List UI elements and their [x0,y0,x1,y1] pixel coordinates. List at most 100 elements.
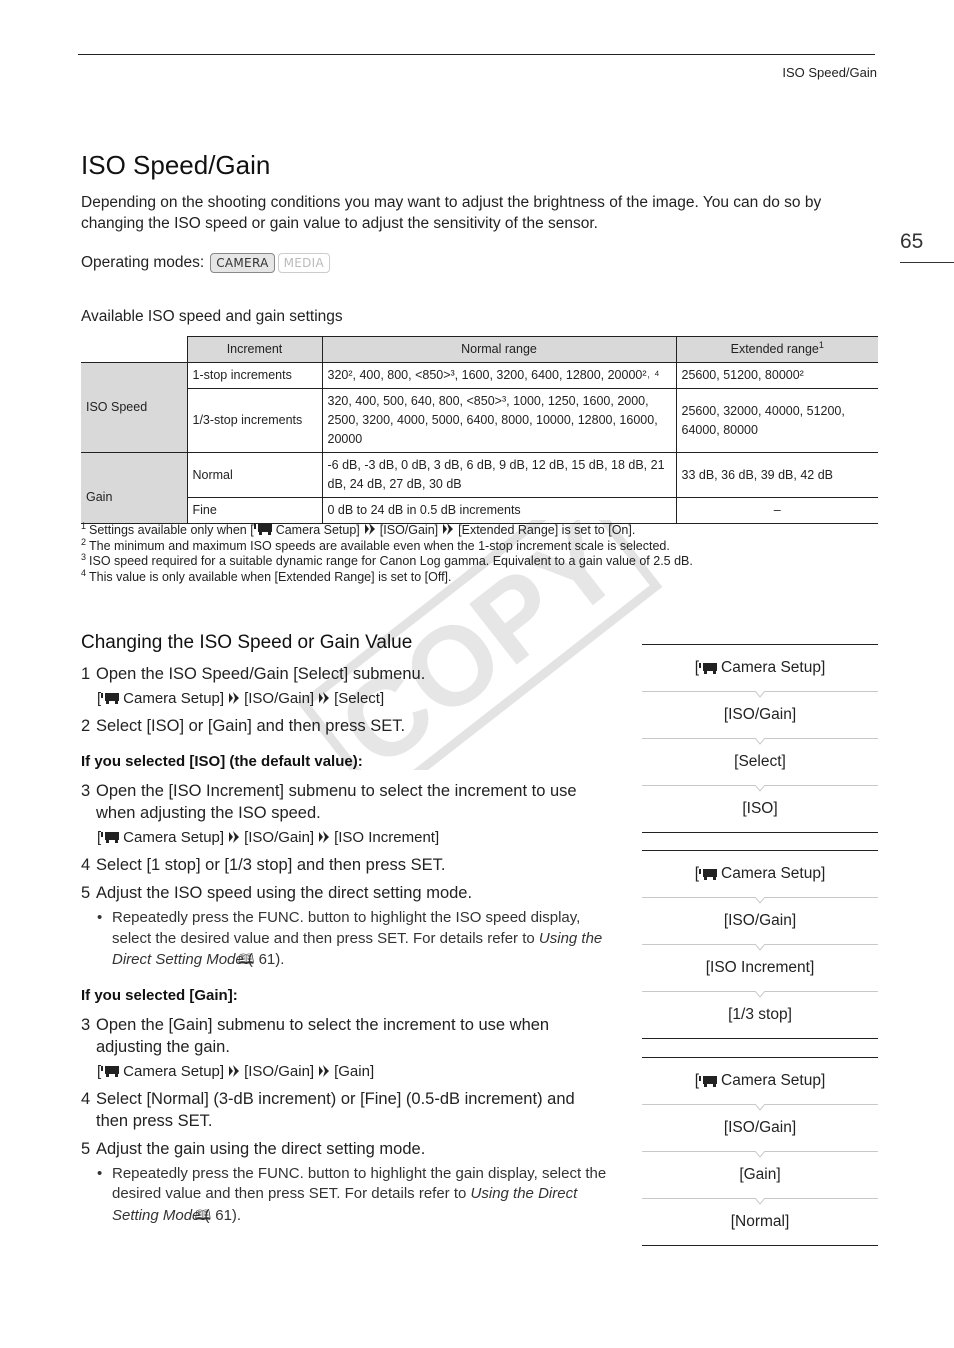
menu-arrow-icon [319,1064,330,1077]
step-2: 2 Select [ISO] or [Gain] and then press S… [81,715,611,737]
bullet-dot: • [97,909,103,926]
iso-step-3: 3 Open the [ISO Increment] submenu to sel… [81,780,611,824]
step-number: 4 [81,1089,91,1108]
chevron-down-icon [755,738,765,745]
page-number-rule [900,262,954,263]
cell-increment: Fine [186,497,323,524]
operating-modes-label: Operating modes: [81,254,205,271]
menu-item-label: [ISO] [742,800,778,817]
iso-gain-table: Increment Normal range Extended range1 I… [81,336,878,524]
path-segment: Camera Setup] [123,1062,225,1080]
menu-item-camera-setup: [Camera Setup] [694,1072,826,1089]
extended-header-text: Extended range [730,342,819,356]
menu-item-camera-setup: [Camera Setup] [694,659,826,676]
cell-increment: 1/3-stop increments [186,388,323,453]
mode-badge-camera: CAMERA [210,253,275,273]
menu-item-label: Camera Setup] [721,659,826,676]
step-text: Open the [ISO Increment] submenu to sele… [96,782,577,822]
footnote-path-segment: [Extended Range] is set to [On]. [458,523,636,537]
table-row: 1/3-stop increments 320, 400, 500, 640, … [81,388,878,453]
menu-arrow-icon [319,831,330,843]
gain-step-3: 3 Open the [Gain] submenu to select the i… [81,1014,611,1058]
camera-setup-icon [253,524,272,535]
menu-path: [Camera Setup] [ISO/Gain] [Gain] [97,1062,375,1080]
cell-extended: 25600, 32000, 40000, 51200, 64000, 80000 [675,388,878,453]
iso-step-5-bullet: • Repeatedly press the FUNC. button to hi… [97,909,603,968]
path-segment: [ISO/Gain] [244,690,315,707]
table-header-normal: Normal range [321,336,677,363]
footnote-number: 3 [81,552,87,563]
path-segment: Camera Setup] [123,829,225,846]
menu-item-gain: [Gain] [642,1151,878,1198]
footnote-3: 3 ISO speed required for a suitable dynam… [81,552,693,570]
step-number: 3 [81,1015,91,1034]
gain-subheading: If you selected [Gain]: [81,986,238,1004]
camera-setup-icon [101,693,120,704]
step-number: 5 [81,1139,91,1158]
gain-step-5: 5 Adjust the gain using the direct settin… [81,1138,611,1160]
cell-extended: – [675,497,878,524]
step-text: Open the ISO Speed/Gain [Select] submenu… [96,665,426,683]
iso-subheading: If you selected [ISO] (the default value… [81,753,363,770]
bullet-dot: • [97,1164,103,1182]
footnote-2: 2 The minimum and maximum ISO speeds are … [81,536,693,555]
cell-normal: -6 dB, -3 dB, 0 dB, 3 dB, 6 dB, 9 dB, 12… [321,452,677,498]
chevron-down-icon [755,1151,765,1158]
path-segment: Camera Setup] [123,690,225,707]
table-header-row: Increment Normal range Extended range1 [81,336,878,363]
camera-setup-icon [699,662,718,674]
procedure-steps: 1 Open the ISO Speed/Gain [Select] submen… [81,663,611,1232]
chevron-down-icon [755,897,765,904]
step-number: 5 [81,884,91,902]
menu-arrow-icon [229,831,240,843]
footnote-number: 2 [81,536,87,547]
menu-item-label: [ISO/Gain] [723,912,797,929]
footnote-1: 1 Settings available only when [Camera Se… [81,521,693,539]
menu-item-iso-gain: [ISO/Gain] [642,897,878,944]
bullet-text: Repeatedly press the FUNC. button to hig… [112,909,581,947]
chevron-down-icon [755,785,765,792]
path-segment: [ISO/Gain] [244,829,315,846]
menu-item-label: [ISO Increment] [705,959,815,976]
menu-item-iso: [ISO] [642,785,878,832]
camera-setup-icon [101,832,120,843]
cell-normal: 320, 400, 500, 640, 800, <850>³, 1000, 1… [321,388,677,453]
camera-setup-icon [699,868,718,880]
menu-item-one-third-stop: [1/3 stop] [642,991,878,1038]
chevron-down-icon [755,691,765,698]
menu-arrow-icon [319,692,330,704]
step-text: Select [1 stop] or [1/3 stop] and then p… [96,856,446,874]
step-text: Select [Normal] (3-dB increment) or [Fin… [96,1089,575,1130]
menu-item-iso-gain: [ISO/Gain] [642,1104,878,1151]
page-number: 65 [900,230,924,253]
chevron-down-icon [755,991,765,998]
camera-setup-icon [101,1065,120,1077]
step-text: Select [ISO] or [Gain] and then press SE… [96,717,406,735]
gain-step-5-bullet: • Repeatedly press the FUNC. button to hi… [97,1164,607,1224]
step-number: 4 [81,856,91,874]
operating-modes: Operating modes: CAMERA MEDIA [81,253,331,273]
menu-item-iso-gain: [ISO/Gain] [642,691,878,738]
footnote-ref: 1 [818,339,824,350]
path-segment: [Gain] [334,1062,375,1080]
table-row: Gain Normal -6 dB, -3 dB, 0 dB, 3 dB, 6 … [81,452,878,524]
cell-increment: 1-stop increments [186,362,323,389]
footnote-number: 4 [81,567,87,578]
footnote-4: 4 This value is only available when [Exte… [81,567,693,586]
path-segment: [ISO Increment] [334,829,440,846]
menu-item-label: Camera Setup] [721,1072,826,1089]
menu-item-label: [Normal] [730,1213,790,1230]
chevron-down-icon [755,1104,765,1111]
menu-box-iso-increment: [Camera Setup] [ISO/Gain] [ISO Increment… [642,850,878,1039]
menu-arrow-icon [229,1064,240,1077]
table-header-increment: Increment [186,336,323,363]
menu-item-label: [1/3 stop] [728,1006,792,1023]
table-header-blank [81,336,187,363]
page-reference: 61). [254,951,285,968]
menu-item-label: [ISO/Gain] [723,706,797,723]
cell-increment: Normal [186,452,323,498]
cell-normal: 0 dB to 24 dB in 0.5 dB increments [321,497,677,524]
path-segment: [ISO/Gain] [244,1062,315,1080]
row-group-gain: Gain [81,452,188,524]
running-head: ISO Speed/Gain [782,65,877,80]
